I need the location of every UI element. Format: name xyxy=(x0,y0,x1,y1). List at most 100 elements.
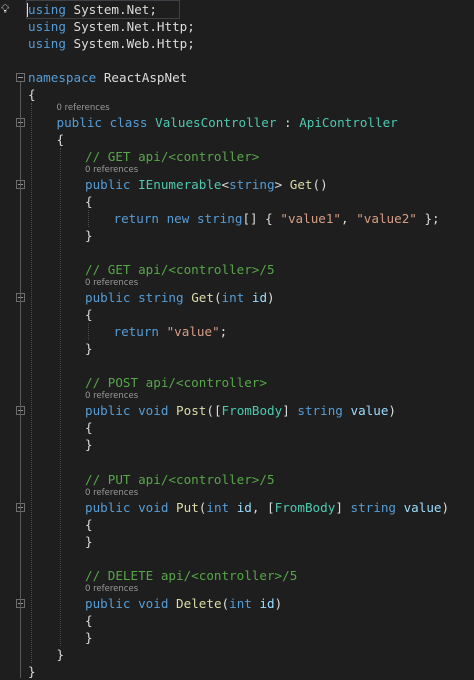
code-token: IEnumerable xyxy=(138,177,222,193)
code-line[interactable]: { xyxy=(28,86,36,103)
code-line[interactable]: { xyxy=(85,419,93,436)
code-token: () xyxy=(312,177,328,193)
code-token: } xyxy=(56,646,65,662)
code-token: Post xyxy=(176,403,207,419)
code-line[interactable]: } xyxy=(85,436,93,453)
code-line[interactable]: } xyxy=(85,629,93,646)
code-token: public xyxy=(85,403,131,419)
codelens-references[interactable]: 0 references xyxy=(85,488,138,499)
code-token: ( xyxy=(221,595,230,611)
code-token: } xyxy=(85,629,93,645)
gutter-line xyxy=(20,82,21,678)
code-line[interactable]: namespace ReactAspNet xyxy=(28,69,187,86)
code-line[interactable]: using System.Web.Http; xyxy=(28,35,195,52)
code-token: { xyxy=(85,516,93,532)
code-line[interactable]: } xyxy=(85,227,93,244)
code-line[interactable]: // POST api/<controller> xyxy=(85,374,267,391)
code-token: ValuesController xyxy=(155,115,277,131)
code-token: Delete xyxy=(176,595,222,611)
code-line[interactable]: // GET api/<controller> xyxy=(85,148,259,165)
code-line[interactable]: { xyxy=(85,612,93,629)
code-token: int xyxy=(206,499,230,515)
code-token: ([ xyxy=(206,403,222,419)
collapse-toggle-icon[interactable] xyxy=(16,73,25,83)
code-line[interactable]: return new string[] { "value1", "value2"… xyxy=(114,210,440,227)
code-token: < xyxy=(221,177,230,193)
codelens-references[interactable]: 0 references xyxy=(85,278,138,289)
code-token: System.Web.Http; xyxy=(65,36,195,52)
code-token: } xyxy=(85,341,93,357)
code-line[interactable]: public IEnumerable<string> Get() xyxy=(85,176,328,193)
code-line[interactable]: // PUT api/<controller>/5 xyxy=(85,471,275,488)
code-line[interactable]: { xyxy=(85,516,93,533)
code-token: public xyxy=(85,595,131,611)
code-token: new xyxy=(166,211,190,227)
code-token: void xyxy=(138,595,169,611)
code-token: // PUT api/<controller>/5 xyxy=(85,471,275,487)
code-token: // DELETE api/<controller>/5 xyxy=(85,567,298,583)
code-line[interactable]: using System.Net; xyxy=(28,1,157,18)
code-token: public xyxy=(56,115,103,131)
indent-guide xyxy=(59,148,61,646)
code-line[interactable]: } xyxy=(57,646,65,663)
code-token: System.Net.Http; xyxy=(65,19,195,35)
code-line[interactable]: using System.Net.Http; xyxy=(28,18,195,35)
code-token: // POST api/<controller> xyxy=(85,375,267,391)
code-token: { xyxy=(85,612,93,628)
code-token: int xyxy=(221,290,245,306)
code-line[interactable]: return "value"; xyxy=(114,323,228,340)
code-line[interactable]: } xyxy=(85,533,93,550)
code-line[interactable]: { xyxy=(85,306,93,323)
code-token: using xyxy=(28,19,66,35)
code-token: . xyxy=(119,2,127,17)
code-line[interactable]: public string Get(int id) xyxy=(85,289,275,306)
code-line[interactable]: } xyxy=(28,663,36,680)
code-line[interactable]: { xyxy=(57,131,65,148)
code-token: using xyxy=(28,2,66,17)
code-line[interactable]: public class ValuesController : ApiContr… xyxy=(57,114,398,131)
code-line[interactable]: } xyxy=(85,340,93,357)
code-token: // GET api/<controller> xyxy=(85,149,260,165)
code-line[interactable]: { xyxy=(85,193,93,210)
codelens-references[interactable]: 0 references xyxy=(85,584,138,595)
code-line[interactable]: // DELETE api/<controller>/5 xyxy=(85,567,297,584)
code-token: Get xyxy=(289,177,313,193)
code-line[interactable]: public void Delete(int id) xyxy=(85,595,282,612)
code-token: id xyxy=(236,499,252,515)
code-token: } xyxy=(85,228,93,244)
code-token: }; xyxy=(416,211,440,227)
codelens-references[interactable]: 0 references xyxy=(57,103,110,114)
code-token: string xyxy=(196,211,243,227)
code-editor[interactable]: 💡︎ using System.Net; using System.Net.Htt… xyxy=(0,0,474,679)
code-token: value xyxy=(403,499,442,515)
code-token: FromBody xyxy=(274,499,336,515)
code-token: ; xyxy=(219,324,228,340)
code-token: class xyxy=(109,115,148,131)
code-token: } xyxy=(85,533,93,549)
code-line[interactable]: // GET api/<controller>/5 xyxy=(85,261,275,278)
code-token: ) xyxy=(441,499,450,515)
code-token: { xyxy=(28,87,36,103)
codelens-references[interactable]: 0 references xyxy=(85,391,138,402)
code-token: { xyxy=(85,307,93,323)
codelens-references[interactable]: 0 references xyxy=(85,165,138,176)
code-token: using xyxy=(28,36,66,52)
code-token: [] { xyxy=(242,211,281,227)
indent-guide xyxy=(88,323,89,341)
code-line[interactable]: public void Post([FromBody] string value… xyxy=(85,402,396,419)
code-token: value xyxy=(350,403,389,419)
code-line[interactable]: public void Put(int id, [FromBody] strin… xyxy=(85,499,449,516)
code-token: > xyxy=(274,177,290,193)
code-token: { xyxy=(56,132,65,148)
lightbulb-icon[interactable]: 💡︎ xyxy=(1,2,13,16)
